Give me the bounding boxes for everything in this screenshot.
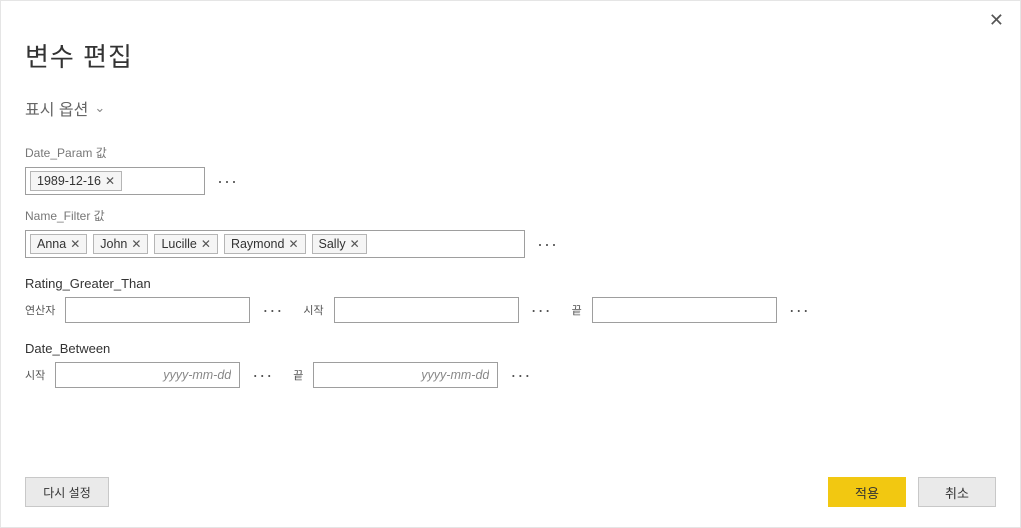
date-between-label: Date_Between: [25, 341, 996, 356]
start-label: 시작: [25, 367, 45, 383]
apply-button[interactable]: 적용: [828, 477, 906, 507]
display-options-label: 표시 옵션: [25, 96, 88, 120]
token-text: Raymond: [231, 237, 285, 251]
token-text: Anna: [37, 237, 66, 251]
chevron-down-icon: ⌄: [94, 100, 105, 116]
name-filter-token: John ✕: [93, 234, 148, 254]
name-filter-token: Sally ✕: [312, 234, 367, 254]
date-param-token: 1989-12-16 ✕: [30, 171, 122, 191]
close-icon[interactable]: ✕: [201, 238, 211, 250]
close-icon[interactable]: ✕: [288, 238, 298, 250]
name-filter-token: Anna ✕: [30, 234, 87, 254]
cancel-button[interactable]: 취소: [918, 477, 996, 507]
ellipsis-icon[interactable]: ···: [215, 176, 240, 186]
end-label: 끝: [293, 367, 303, 383]
ellipsis-icon[interactable]: ···: [535, 239, 560, 249]
ellipsis-icon[interactable]: ···: [508, 370, 533, 380]
date-param-label: Date_Param 값: [25, 144, 996, 161]
ellipsis-icon[interactable]: ···: [250, 370, 275, 380]
close-icon[interactable]: ✕: [70, 238, 80, 250]
date-param-input[interactable]: 1989-12-16 ✕: [25, 167, 205, 195]
ellipsis-icon[interactable]: ···: [787, 305, 812, 315]
close-icon[interactable]: ✕: [131, 238, 141, 250]
ellipsis-icon[interactable]: ···: [260, 305, 285, 315]
name-filter-label: Name_Filter 값: [25, 207, 996, 224]
display-options-toggle[interactable]: 표시 옵션 ⌄: [1, 74, 105, 120]
token-text: John: [100, 237, 127, 251]
close-icon[interactable]: ✕: [350, 238, 360, 250]
rating-start-input[interactable]: [334, 297, 519, 323]
token-text: Sally: [319, 237, 346, 251]
close-icon[interactable]: ✕: [983, 7, 1010, 33]
token-text: Lucille: [161, 237, 196, 251]
name-filter-input[interactable]: Anna ✕ John ✕ Lucille ✕ Raymond ✕ Sally …: [25, 230, 525, 258]
date-between-end-input[interactable]: [313, 362, 498, 388]
name-filter-token: Raymond ✕: [224, 234, 306, 254]
close-icon[interactable]: ✕: [105, 175, 115, 187]
operator-label: 연산자: [25, 302, 55, 318]
rating-end-input[interactable]: [592, 297, 777, 323]
end-label: 끝: [572, 302, 582, 318]
dialog-title: 변수 편집: [1, 1, 1020, 74]
reset-button[interactable]: 다시 설정: [25, 477, 109, 507]
ellipsis-icon[interactable]: ···: [529, 305, 554, 315]
date-between-start-input[interactable]: [55, 362, 240, 388]
token-text: 1989-12-16: [37, 174, 101, 188]
start-label: 시작: [303, 302, 323, 318]
operator-input[interactable]: [65, 297, 250, 323]
name-filter-token: Lucille ✕: [154, 234, 218, 254]
rating-gt-label: Rating_Greater_Than: [25, 276, 996, 291]
